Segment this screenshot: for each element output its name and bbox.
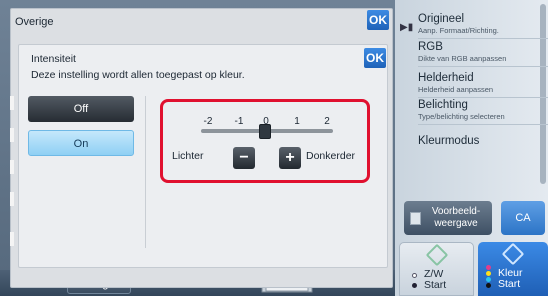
increase-button[interactable]: + [279,147,301,169]
on-button[interactable]: On [28,130,134,156]
right-item-title: Helderheid [418,72,474,84]
black-dot [486,283,491,288]
right-item-subtitle: Helderheid aanpassen [418,85,494,94]
outer-ok-button[interactable]: OK [367,10,389,30]
side-tab-marker [10,232,14,246]
side-tab-marker [10,96,14,110]
preview-label-line1: Voorbeeld- [431,206,481,217]
tick-label: -1 [234,116,244,127]
tick-label: 1 [294,116,300,127]
inner-dialog-description: Deze instelling wordt allen toegepast op… [31,69,245,81]
right-item-subtitle: Aanp. Formaat/Richting. [418,26,499,35]
side-tab-marker [10,128,14,142]
slider-knob[interactable] [259,124,271,139]
right-item-belichting[interactable]: Belichting Type/belichting selecteren [418,99,548,125]
bw-start-button[interactable]: Z/W Start [399,242,474,296]
right-item-title: Belichting [418,99,468,111]
right-item-subtitle: Type/belichting selecteren [418,112,505,121]
intensity-slider-highlight [160,99,370,183]
inner-ok-button[interactable]: OK [364,48,386,68]
right-item-subtitle: Dikte van RGB aanpassen [418,54,507,63]
off-button[interactable]: Off [28,96,134,122]
divider [145,96,146,248]
right-item-title: Origineel [418,13,465,25]
collapse-arrow-icon[interactable]: ▶▮ [400,22,413,36]
magenta-dot [486,265,491,270]
cyan-dot [486,277,491,282]
darker-label: Donkerder [306,150,356,162]
color-start-button[interactable]: Kleur Start [478,242,548,296]
tick-label: 2 [324,116,330,127]
decrease-button[interactable]: − [233,147,255,169]
side-tab-marker [10,192,14,206]
outer-dialog-title: Overige [15,16,54,28]
right-item-title: RGB [418,41,443,53]
start-diamond-icon [501,242,525,266]
preview-icon [410,212,421,225]
side-tab-marker [10,160,14,174]
ca-button[interactable]: CA [501,201,545,235]
yellow-dot [486,271,491,276]
color-start-line2: Start [498,278,521,290]
preview-button[interactable]: Voorbeeld- weergave [404,201,492,235]
radio-dot [412,283,417,288]
right-item-helderheid[interactable]: Helderheid Helderheid aanpassen [418,72,548,98]
start-diamond-icon [425,243,448,267]
bw-start-line2: Start [424,279,447,291]
inner-dialog-title: Intensiteit [31,53,76,65]
right-item-kleurmodus[interactable]: Kleurmodus [418,135,548,159]
lighter-label: Lichter [172,150,204,162]
radio-dot [412,273,417,278]
right-item-origineel[interactable]: Origineel Aanp. Formaat/Richting. [418,13,548,39]
preview-label-line2: weergave [434,218,478,229]
right-item-title: Kleurmodus [418,135,480,147]
tick-label: -2 [203,116,213,127]
right-item-rgb[interactable]: RGB Dikte van RGB aanpassen [418,41,548,67]
